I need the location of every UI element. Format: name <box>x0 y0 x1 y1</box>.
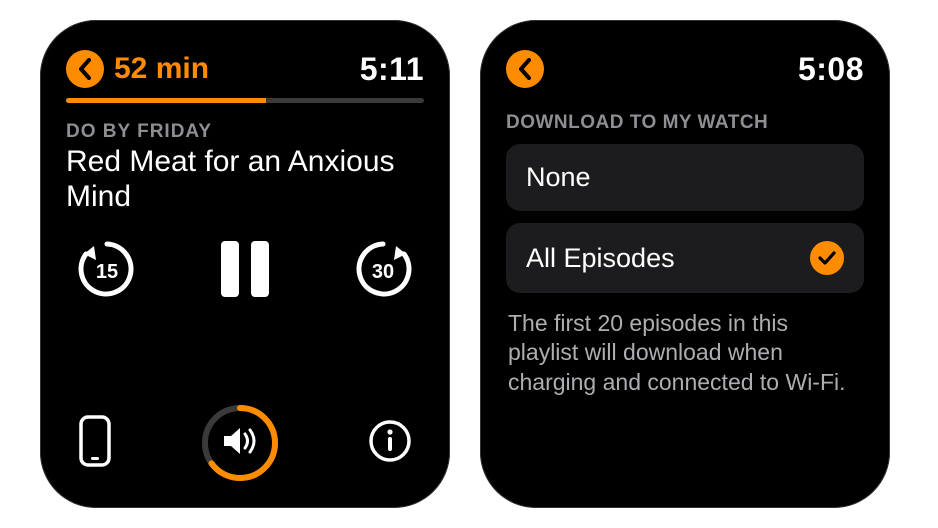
skip-back-icon: 15 <box>74 236 140 302</box>
volume-button[interactable] <box>201 404 279 482</box>
chevron-left-icon <box>77 58 93 80</box>
selected-indicator <box>810 241 844 275</box>
chevron-left-icon <box>517 58 533 80</box>
back-button[interactable] <box>66 50 104 88</box>
progress-fill <box>66 98 266 103</box>
header: 5:08 <box>506 50 864 88</box>
option-none[interactable]: None <box>506 144 864 211</box>
transport-controls: 15 30 <box>66 236 424 302</box>
pause-button[interactable] <box>212 236 278 302</box>
option-label: None <box>526 162 591 193</box>
footer-description: The first 20 episodes in this playlist w… <box>506 305 864 397</box>
clock: 5:11 <box>360 51 424 88</box>
option-all-episodes[interactable]: All Episodes <box>506 223 864 293</box>
check-icon <box>818 251 836 265</box>
pause-icon <box>221 241 269 297</box>
watch-screen-now-playing: 52 min 5:11 DO BY FRIDAY Red Meat for an… <box>40 20 450 508</box>
back-button[interactable] <box>506 50 544 88</box>
progress-track[interactable] <box>66 98 424 103</box>
bottom-controls <box>66 404 424 482</box>
clock: 5:08 <box>798 51 864 88</box>
volume-ring <box>201 404 279 482</box>
skip-forward-icon: 30 <box>350 236 416 302</box>
phone-icon <box>78 415 112 467</box>
header: 52 min 5:11 <box>66 50 424 88</box>
option-label: All Episodes <box>526 243 675 274</box>
episode-title: Red Meat for an Anxious Mind <box>66 145 424 214</box>
time-remaining: 52 min <box>114 52 209 86</box>
output-device-button[interactable] <box>78 415 112 472</box>
skip-back-button[interactable]: 15 <box>74 236 140 302</box>
watch-screen-download-settings: 5:08 DOWNLOAD TO MY WATCH None All Episo… <box>480 20 890 508</box>
svg-text:15: 15 <box>96 261 118 283</box>
podcast-name: DO BY FRIDAY <box>66 121 424 143</box>
skip-forward-button[interactable]: 30 <box>350 236 416 302</box>
back-group[interactable]: 52 min <box>66 50 209 88</box>
section-title: DOWNLOAD TO MY WATCH <box>506 112 864 134</box>
info-button[interactable] <box>368 419 412 468</box>
info-icon <box>368 419 412 463</box>
svg-text:30: 30 <box>372 261 394 283</box>
